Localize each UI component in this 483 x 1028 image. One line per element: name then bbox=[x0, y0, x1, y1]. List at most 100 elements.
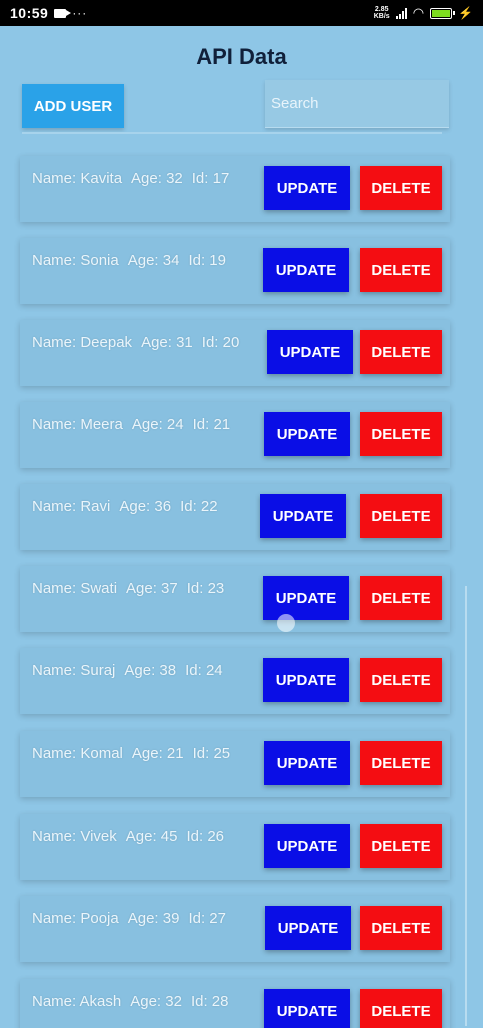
user-id: Id: 24 bbox=[185, 662, 223, 679]
user-card: Name: Deepak Age: 31 Id: 20 UPDATE DELETE bbox=[20, 320, 450, 386]
delete-button[interactable]: DELETE bbox=[360, 412, 442, 456]
user-card: Name: Sonia Age: 34 Id: 19 UPDATE DELETE bbox=[20, 238, 450, 304]
search-box[interactable] bbox=[265, 80, 449, 128]
user-info: Name: Pooja Age: 39 Id: 27 bbox=[32, 910, 235, 927]
delete-button[interactable]: DELETE bbox=[360, 166, 442, 210]
delete-button[interactable]: DELETE bbox=[360, 494, 442, 538]
update-button[interactable]: UPDATE bbox=[264, 166, 350, 210]
user-age: Age: 24 bbox=[131, 416, 184, 433]
delete-button[interactable]: DELETE bbox=[360, 741, 442, 785]
user-info: Name: Vivek Age: 45 Id: 26 bbox=[32, 828, 233, 845]
user-age: Age: 36 bbox=[119, 498, 172, 515]
user-info: Name: Deepak Age: 31 Id: 20 bbox=[32, 334, 248, 351]
user-id: Id: 28 bbox=[190, 993, 229, 1010]
user-age: Age: 37 bbox=[126, 580, 178, 597]
signal-icon bbox=[395, 7, 407, 19]
more-notifications-icon: ··· bbox=[72, 6, 88, 20]
user-id: Id: 20 bbox=[201, 334, 240, 351]
user-card: Name: Vivek Age: 45 Id: 26 UPDATE DELETE bbox=[20, 814, 450, 880]
phone-screen: 10:59 ··· 2.85 KB/s ◠ ⚡ API Data ADD USE… bbox=[0, 0, 483, 1028]
user-info: Name: Suraj Age: 38 Id: 24 bbox=[32, 662, 232, 679]
user-name: Name: Meera bbox=[32, 416, 123, 433]
page-title: API Data bbox=[196, 44, 287, 69]
charging-icon: ⚡ bbox=[458, 6, 473, 20]
user-card: Name: Ravi Age: 36 Id: 22 UPDATE DELETE bbox=[20, 484, 450, 550]
user-info: Name: Kavita Age: 32 Id: 17 bbox=[32, 170, 238, 187]
user-id: Id: 25 bbox=[192, 745, 231, 762]
wifi-icon: ◠ bbox=[412, 5, 425, 20]
status-time: 10:59 bbox=[10, 5, 49, 21]
delete-button[interactable]: DELETE bbox=[360, 906, 442, 950]
add-user-button[interactable]: ADD USER bbox=[22, 84, 124, 128]
user-card: Name: Akash Age: 32 Id: 28 UPDATE DELETE bbox=[20, 979, 450, 1028]
user-card: Name: Swati Age: 37 Id: 23 UPDATE DELETE bbox=[20, 566, 450, 632]
user-name: Name: Kavita bbox=[32, 170, 123, 187]
update-button[interactable]: UPDATE bbox=[267, 330, 353, 374]
user-id: Id: 22 bbox=[180, 498, 218, 515]
user-name: Name: Vivek bbox=[32, 828, 117, 845]
user-card: Name: Kavita Age: 32 Id: 17 UPDATE DELETE bbox=[20, 156, 450, 222]
user-name: Name: Deepak bbox=[32, 334, 133, 351]
user-name: Name: Pooja bbox=[32, 910, 119, 927]
network-speed: 2.85 KB/s bbox=[374, 6, 390, 20]
touch-indicator bbox=[277, 614, 295, 632]
battery-icon bbox=[430, 7, 456, 19]
network-speed-value: 2.85 bbox=[374, 6, 389, 13]
user-name: Name: Akash bbox=[32, 993, 122, 1010]
update-button[interactable]: UPDATE bbox=[263, 576, 349, 620]
user-age: Age: 31 bbox=[141, 334, 193, 351]
user-name: Name: Suraj bbox=[32, 662, 116, 679]
user-info: Name: Akash Age: 32 Id: 28 bbox=[32, 993, 237, 1010]
user-name: Name: Sonia bbox=[32, 252, 119, 269]
update-button[interactable]: UPDATE bbox=[260, 494, 346, 538]
delete-button[interactable]: DELETE bbox=[360, 330, 442, 374]
status-bar: 10:59 ··· 2.85 KB/s ◠ ⚡ bbox=[0, 0, 483, 26]
update-button[interactable]: UPDATE bbox=[265, 906, 351, 950]
battery-level bbox=[432, 9, 451, 17]
delete-button[interactable]: DELETE bbox=[360, 248, 442, 292]
header-divider bbox=[22, 132, 442, 134]
user-age: Age: 34 bbox=[127, 252, 180, 269]
user-name: Name: Komal bbox=[32, 745, 123, 762]
user-info: Name: Komal Age: 21 Id: 25 bbox=[32, 745, 239, 762]
app-content: API Data ADD USER Name: Kavita Age: 32 Id:… bbox=[0, 26, 483, 1028]
user-age: Age: 32 bbox=[130, 993, 182, 1010]
user-age: Age: 39 bbox=[127, 910, 180, 927]
delete-button[interactable]: DELETE bbox=[360, 658, 442, 702]
user-card: Name: Meera Age: 24 Id: 21 UPDATE DELETE bbox=[20, 402, 450, 468]
user-name: Name: Ravi bbox=[32, 498, 111, 515]
user-card: Name: Komal Age: 21 Id: 25 UPDATE DELETE bbox=[20, 731, 450, 797]
update-button[interactable]: UPDATE bbox=[264, 824, 350, 868]
user-name: Name: Swati bbox=[32, 580, 118, 597]
search-input[interactable] bbox=[265, 80, 449, 127]
user-age: Age: 45 bbox=[125, 828, 178, 845]
update-button[interactable]: UPDATE bbox=[263, 248, 349, 292]
user-info: Name: Meera Age: 24 Id: 21 bbox=[32, 416, 239, 433]
user-age: Age: 32 bbox=[131, 170, 183, 187]
user-id: Id: 21 bbox=[192, 416, 231, 433]
network-speed-unit: KB/s bbox=[373, 13, 390, 20]
delete-button[interactable]: DELETE bbox=[360, 989, 442, 1028]
delete-button[interactable]: DELETE bbox=[360, 576, 442, 620]
user-card: Name: Pooja Age: 39 Id: 27 UPDATE DELETE bbox=[20, 896, 450, 962]
status-right: 2.85 KB/s ◠ ⚡ bbox=[374, 5, 473, 21]
user-id: Id: 19 bbox=[188, 252, 226, 269]
user-id: Id: 27 bbox=[188, 910, 226, 927]
user-info: Name: Sonia Age: 34 Id: 19 bbox=[32, 252, 235, 269]
update-button[interactable]: UPDATE bbox=[264, 989, 350, 1028]
update-button[interactable]: UPDATE bbox=[264, 741, 350, 785]
user-id: Id: 17 bbox=[191, 170, 230, 187]
user-age: Age: 38 bbox=[124, 662, 177, 679]
status-left: 10:59 ··· bbox=[10, 5, 87, 21]
scrollbar[interactable] bbox=[465, 586, 467, 1026]
delete-button[interactable]: DELETE bbox=[360, 824, 442, 868]
camera-icon bbox=[54, 8, 72, 18]
user-id: Id: 26 bbox=[186, 828, 225, 845]
update-button[interactable]: UPDATE bbox=[264, 412, 350, 456]
update-button[interactable]: UPDATE bbox=[263, 658, 349, 702]
user-age: Age: 21 bbox=[131, 745, 184, 762]
user-id: Id: 23 bbox=[186, 580, 225, 597]
user-info: Name: Ravi Age: 36 Id: 22 bbox=[32, 498, 227, 515]
user-card: Name: Suraj Age: 38 Id: 24 UPDATE DELETE bbox=[20, 648, 450, 714]
user-info: Name: Swati Age: 37 Id: 23 bbox=[32, 580, 233, 597]
